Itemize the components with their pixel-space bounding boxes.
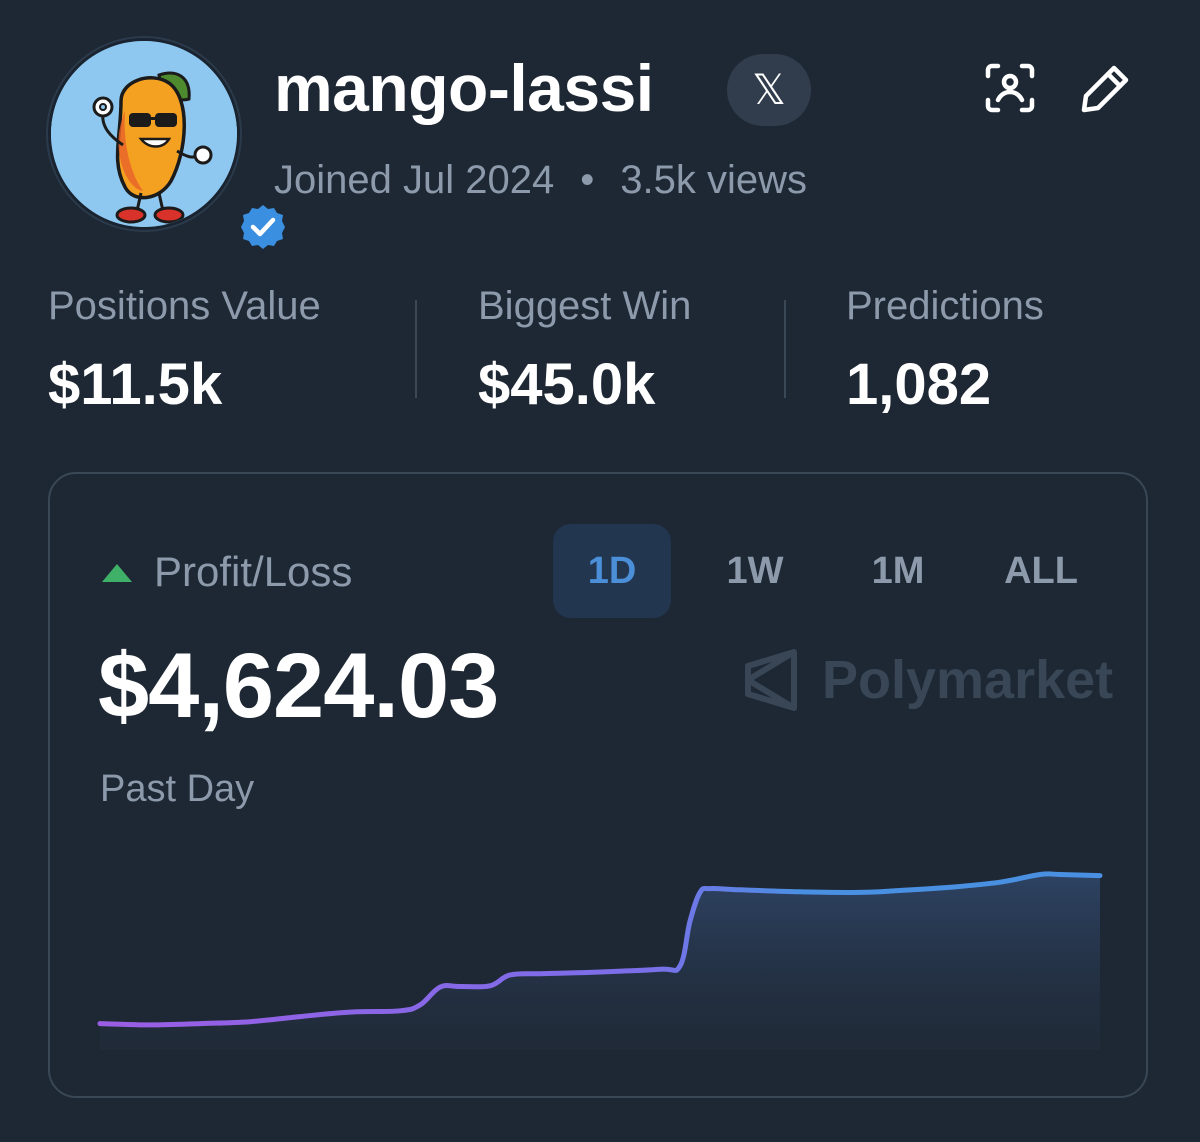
x-logo-icon: 𝕏 — [752, 66, 786, 113]
profile-page: mango-lassi 𝕏 Joined Jul 2024 • 3.5k views — [0, 0, 1200, 1142]
stat-divider — [784, 300, 786, 398]
avatar-container[interactable] — [48, 38, 292, 256]
tab-all[interactable]: ALL — [982, 524, 1100, 618]
polymarket-brand: Polymarket — [742, 646, 1113, 714]
scan-profile-icon — [985, 63, 1035, 113]
trend-up-icon — [102, 564, 132, 582]
tab-1d[interactable]: 1D — [553, 524, 671, 618]
stat-biggest-win: Biggest Win $45.0k — [478, 280, 691, 420]
meta-separator: • — [580, 158, 595, 202]
scan-profile-button[interactable] — [980, 58, 1040, 118]
stat-divider — [415, 300, 417, 398]
profile-meta: Joined Jul 2024 • 3.5k views — [274, 154, 807, 206]
polymarket-logo-icon — [745, 649, 797, 711]
polymarket-wordmark: Polymarket — [822, 650, 1114, 710]
verified-check-icon — [241, 205, 285, 249]
edit-profile-button[interactable] — [1076, 58, 1136, 118]
view-count: 3.5k views — [620, 158, 807, 202]
stat-label: Predictions — [846, 284, 1044, 328]
stat-label: Biggest Win — [478, 284, 692, 328]
stat-value: 1,082 — [846, 352, 992, 417]
username: mango-lassi — [274, 51, 654, 125]
stat-positions-value: Positions Value $11.5k — [48, 280, 321, 420]
stat-predictions: Predictions 1,082 — [846, 280, 1044, 420]
verified-badge — [234, 198, 292, 256]
tab-1w[interactable]: 1W — [696, 524, 814, 618]
joined-date: Joined Jul 2024 — [274, 158, 555, 202]
x-profile-link-button[interactable]: 𝕏 — [727, 54, 811, 126]
avatar[interactable] — [48, 38, 240, 230]
stat-value: $45.0k — [478, 352, 656, 417]
mango-avatar-illustration — [51, 41, 237, 227]
profit-loss-header: Profit/Loss — [102, 546, 352, 598]
stat-label: Positions Value — [48, 284, 321, 328]
profit-loss-value: $4,624.03 — [98, 635, 499, 737]
stat-value: $11.5k — [48, 352, 223, 417]
period-label: Past Day — [100, 768, 255, 810]
tab-1m[interactable]: 1M — [839, 524, 957, 618]
profit-loss-chart[interactable] — [80, 850, 1120, 1050]
pencil-icon — [1081, 65, 1129, 113]
profit-loss-label: Profit/Loss — [154, 548, 353, 595]
